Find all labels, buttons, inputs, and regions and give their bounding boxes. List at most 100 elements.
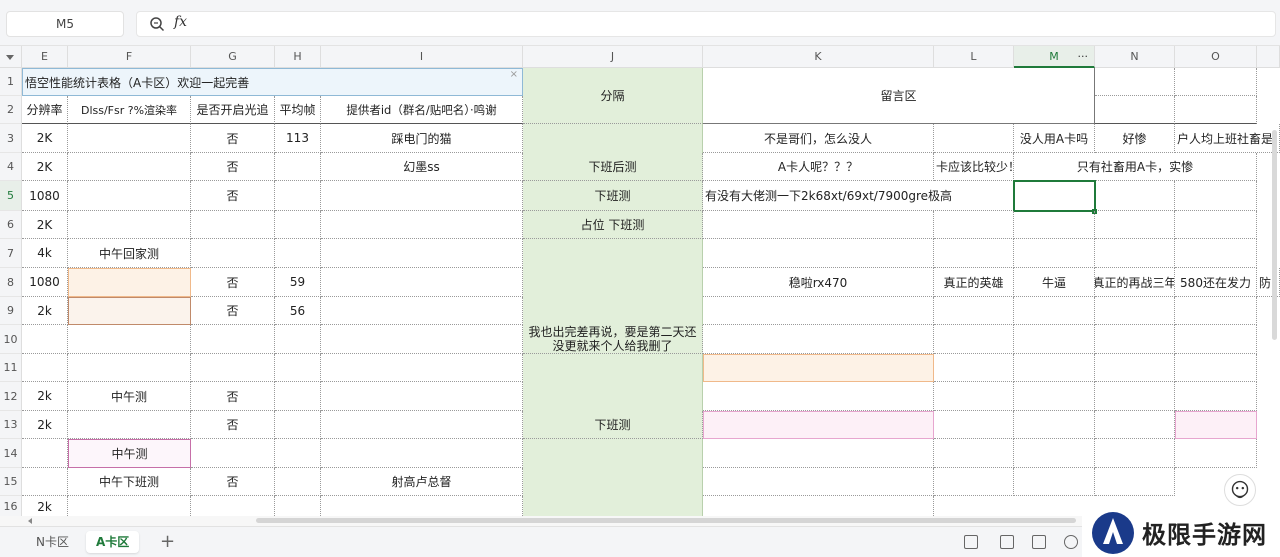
horizontal-scroll-thumb[interactable] [256,518,1076,523]
cell-h10[interactable] [275,325,321,354]
cell-n5[interactable] [1095,181,1175,211]
cell-h4[interactable] [275,153,321,181]
cell-m9[interactable] [1014,297,1095,325]
cell-o13[interactable] [1175,411,1257,439]
view-mode-icon[interactable] [964,535,978,549]
add-sheet-button[interactable]: + [160,531,175,553]
cell-l9[interactable] [934,297,1014,325]
cell-i3[interactable]: 踩电门的猫 [321,124,523,153]
cell-f5[interactable] [68,181,191,211]
column-header-g[interactable]: G [191,46,275,68]
cell-o8[interactable]: 580还在发力 [1175,268,1257,297]
cell-n11[interactable] [1095,354,1175,382]
cell-m10[interactable] [1014,325,1095,354]
cell-g13[interactable]: 否 [191,411,275,439]
cell-j13[interactable]: 下班测 [523,411,703,439]
share-icon[interactable] [1064,535,1078,549]
zoom-icon[interactable] [148,15,166,33]
row-header-7[interactable]: 7 [0,239,22,268]
cell-i16[interactable] [321,496,523,516]
cell-n14[interactable] [1095,439,1175,468]
cell-j10[interactable]: 我也出完差再说，要是第二天还没更就来个人给我删了 [523,325,703,354]
cell-o2[interactable] [1175,96,1257,124]
tab-a-card[interactable]: A卡区 [86,531,140,553]
cell-h11[interactable] [275,354,321,382]
sheet-view-icon[interactable] [1032,535,1046,549]
cell-k5[interactable]: 有没有大佬测一下2k68xt/69xt/7900gre极高 [703,181,1014,211]
cell-f15[interactable]: 中午下班测 [68,468,191,496]
cell-g7[interactable] [191,239,275,268]
cell-f6[interactable] [68,211,191,239]
cell-i14[interactable] [321,439,523,468]
cell-h5[interactable] [275,181,321,211]
cell-m4[interactable]: 只有社畜用A卡，实惨 [1014,153,1257,181]
assistant-robot-icon[interactable] [1224,474,1256,506]
cell-l13[interactable] [934,411,1014,439]
cell-k3[interactable]: 不是哥们，怎么没人 [703,124,934,153]
cell-k16[interactable] [703,496,934,516]
row-header-4[interactable]: 4 [0,153,22,181]
cell-e16[interactable]: 2k [22,496,68,516]
cell-f8[interactable] [68,268,191,297]
cell-o1[interactable] [1175,68,1257,96]
cell-m15[interactable] [1014,468,1095,496]
cell-i12[interactable] [321,382,523,411]
cell-i4[interactable]: 幻墨ss [321,153,523,181]
cell-k1[interactable]: 留言区 [703,68,1095,124]
cell-e15[interactable] [22,468,68,496]
cell-m6[interactable] [1014,211,1095,239]
title-close-icon[interactable]: × [510,69,518,80]
cell-k9[interactable] [703,297,934,325]
cell-g11[interactable] [191,354,275,382]
row-header-13[interactable]: 13 [0,411,22,439]
cell-i6[interactable] [321,211,523,239]
cell-k7[interactable] [703,239,934,268]
cell-o10[interactable] [1175,325,1257,354]
cell-o5[interactable] [1175,181,1257,211]
formula-input[interactable] [136,11,1276,37]
column-header-k[interactable]: K [703,46,934,68]
cell-j4[interactable]: 下班后测 [523,153,703,181]
cell-i5[interactable] [321,181,523,211]
cell-e7[interactable]: 4k [22,239,68,268]
row-header-14[interactable]: 14 [0,439,22,468]
cell-l6[interactable] [934,211,1014,239]
cell-i9[interactable] [321,297,523,325]
cell-e6[interactable]: 2K [22,211,68,239]
column-header-n[interactable]: N [1095,46,1175,68]
cell-n15[interactable] [1095,468,1175,496]
cell-l8[interactable]: 真正的英雄 [934,268,1014,297]
cell-k4[interactable]: A卡人呢？？？ [703,153,934,181]
cell-m3[interactable]: 没人用A卡吗 [1014,124,1095,153]
cell-e9[interactable]: 2k [22,297,68,325]
cell-o9[interactable] [1175,297,1257,325]
cell-m11[interactable] [1014,354,1095,382]
cell-l12[interactable] [934,382,1014,411]
cell-n9[interactable] [1095,297,1175,325]
cell-e8[interactable]: 1080 [22,268,68,297]
cell-n12[interactable] [1095,382,1175,411]
cell-h12[interactable] [275,382,321,411]
sheet-title-cell[interactable]: 悟空性能统计表格（A卡区）欢迎一起完善 × [22,68,523,96]
cell-n8[interactable]: 真正的再战三年 [1095,268,1175,297]
column-header-j[interactable]: J [523,46,703,68]
cell-g14[interactable] [191,439,275,468]
cell-g6[interactable] [191,211,275,239]
cell-f10[interactable] [68,325,191,354]
row-header-10[interactable]: 10 [0,325,22,354]
cell-f14[interactable]: 中午测 [68,439,191,468]
cell-k13[interactable] [703,411,934,439]
cell-f12[interactable]: 中午测 [68,382,191,411]
row-header-12[interactable]: 12 [0,382,22,411]
cell-o14[interactable] [1175,439,1257,468]
vertical-scroll-thumb[interactable] [1272,130,1277,340]
cell-h8[interactable]: 59 [275,268,321,297]
cell-j6[interactable]: 占位 下班测 [523,211,703,239]
cell-l15[interactable] [934,468,1014,496]
cell-n10[interactable] [1095,325,1175,354]
cell-n6[interactable] [1095,211,1175,239]
cell-g12[interactable]: 否 [191,382,275,411]
cell-e4[interactable]: 2K [22,153,68,181]
fx-icon[interactable]: fx [174,14,187,30]
scroll-left-icon[interactable] [26,517,34,525]
